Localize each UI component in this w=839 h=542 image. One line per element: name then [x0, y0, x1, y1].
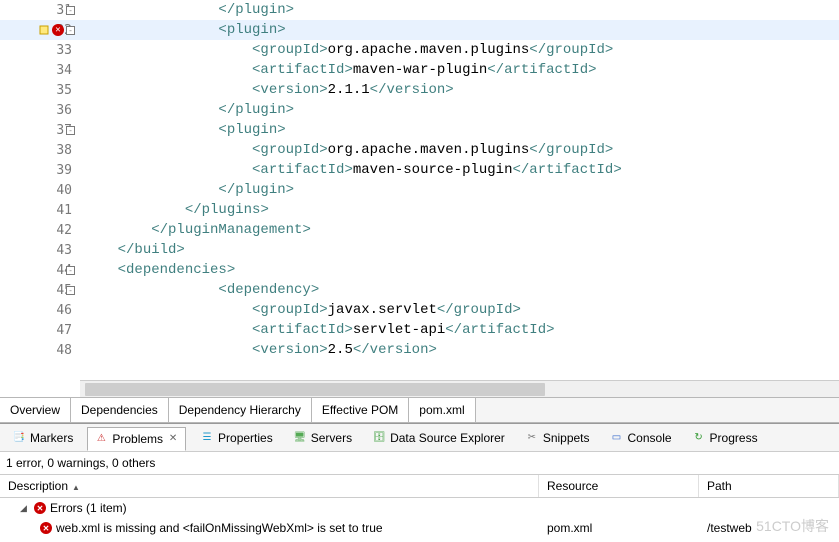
- snippets-icon: ✂: [525, 431, 539, 445]
- collapse-arrow-icon[interactable]: ◢: [20, 503, 30, 514]
- code-line[interactable]: <groupId>org.apache.maven.plugins</group…: [80, 140, 839, 160]
- code-line[interactable]: </plugin>: [80, 100, 839, 120]
- problems-icon: ⚠: [94, 432, 108, 446]
- fold-toggle[interactable]: -: [66, 126, 75, 135]
- column-resource[interactable]: Resource: [539, 475, 699, 497]
- tab-properties[interactable]: ☰ Properties: [194, 427, 279, 449]
- line-number: 47: [0, 320, 80, 340]
- line-number: 34: [0, 60, 80, 80]
- code-line[interactable]: </plugin>: [80, 0, 839, 20]
- code-line[interactable]: <artifactId>maven-war-plugin</artifactId…: [80, 60, 839, 80]
- properties-icon: ☰: [200, 431, 214, 445]
- line-number: 40: [0, 180, 80, 200]
- line-number: 37-: [0, 120, 80, 140]
- code-content[interactable]: </plugin> <plugin> <groupId>org.apache.m…: [80, 0, 839, 380]
- tab-label: Problems: [112, 432, 163, 446]
- code-line[interactable]: <plugin>: [80, 120, 839, 140]
- code-line[interactable]: <groupId>org.apache.maven.plugins</group…: [80, 40, 839, 60]
- table-header: Description▲ Resource Path: [0, 475, 839, 498]
- bottom-panel: 📑 Markers ⚠ Problems ✕ ☰ Properties 🖥 Se…: [0, 423, 839, 538]
- line-number: 32✕-: [0, 20, 80, 40]
- errors-group-row[interactable]: ◢ ✕ Errors (1 item): [0, 498, 839, 518]
- problem-resource: pom.xml: [539, 521, 699, 535]
- servers-icon: 🖥: [293, 431, 307, 445]
- editor-tab-bar: OverviewDependenciesDependency Hierarchy…: [0, 397, 839, 423]
- code-line[interactable]: <artifactId>servlet-api</artifactId>: [80, 320, 839, 340]
- code-line[interactable]: <version>2.1.1</version>: [80, 80, 839, 100]
- data-source-icon: 🗄: [372, 431, 386, 445]
- fold-toggle[interactable]: -: [66, 286, 75, 295]
- code-line[interactable]: </pluginManagement>: [80, 220, 839, 240]
- tab-label: Servers: [311, 431, 352, 445]
- tab-label: Properties: [218, 431, 273, 445]
- code-editor: 31-32✕-3334353637-38394041424344-45-4647…: [0, 0, 839, 380]
- code-line[interactable]: <dependencies>: [80, 260, 839, 280]
- close-icon[interactable]: ✕: [167, 433, 179, 445]
- tab-snippets[interactable]: ✂ Snippets: [519, 427, 596, 449]
- tab-label: Console: [628, 431, 672, 445]
- code-line[interactable]: <dependency>: [80, 280, 839, 300]
- code-line[interactable]: </plugin>: [80, 180, 839, 200]
- editor-tab-dependencies[interactable]: Dependencies: [71, 398, 169, 422]
- editor-tab-pom.xml[interactable]: pom.xml: [409, 398, 475, 422]
- line-number: 45-: [0, 280, 80, 300]
- code-line[interactable]: <version>2.5</version>: [80, 340, 839, 360]
- console-icon: ▭: [610, 431, 624, 445]
- code-line[interactable]: </plugins>: [80, 200, 839, 220]
- problem-description: web.xml is missing and <failOnMissingWeb…: [56, 521, 383, 535]
- tab-console[interactable]: ▭ Console: [604, 427, 678, 449]
- code-line[interactable]: </build>: [80, 240, 839, 260]
- scrollbar-thumb[interactable]: [85, 383, 545, 396]
- column-path[interactable]: Path: [699, 475, 839, 497]
- tab-problems[interactable]: ⚠ Problems ✕: [87, 427, 186, 451]
- table-row[interactable]: ✕ web.xml is missing and <failOnMissingWe…: [0, 518, 839, 538]
- line-number: 33: [0, 40, 80, 60]
- line-number: 35: [0, 80, 80, 100]
- line-number: 39: [0, 160, 80, 180]
- markers-icon: 📑: [12, 431, 26, 445]
- editor-tab-overview[interactable]: Overview: [0, 398, 71, 422]
- problems-table: Description▲ Resource Path ◢ ✕ Errors (1 i…: [0, 475, 839, 538]
- group-label: Errors (1 item): [50, 501, 127, 515]
- line-number: 42: [0, 220, 80, 240]
- error-icon: ✕: [52, 24, 64, 36]
- line-number: 41: [0, 200, 80, 220]
- table-body: ◢ ✕ Errors (1 item) ✕ web.xml is missing an…: [0, 498, 839, 538]
- editor-tab-effective-pom[interactable]: Effective POM: [312, 398, 409, 422]
- line-number: 31-: [0, 0, 80, 20]
- horizontal-scrollbar[interactable]: [80, 380, 839, 397]
- line-number: 43: [0, 240, 80, 260]
- line-number: 44-: [0, 260, 80, 280]
- problems-summary: 1 error, 0 warnings, 0 others: [0, 452, 839, 475]
- line-number: 38: [0, 140, 80, 160]
- editor-tab-dependency-hierarchy[interactable]: Dependency Hierarchy: [169, 398, 312, 422]
- fold-toggle[interactable]: -: [66, 266, 75, 275]
- line-number-gutter: 31-32✕-3334353637-38394041424344-45-4647…: [0, 0, 80, 380]
- code-line[interactable]: <plugin>: [80, 20, 839, 40]
- column-description[interactable]: Description▲: [0, 475, 539, 497]
- error-icon: ✕: [34, 502, 46, 514]
- tab-label: Markers: [30, 431, 73, 445]
- fold-toggle[interactable]: -: [66, 6, 75, 15]
- tab-label: Data Source Explorer: [390, 431, 505, 445]
- fold-toggle[interactable]: -: [66, 26, 75, 35]
- code-line[interactable]: <artifactId>maven-source-plugin</artifac…: [80, 160, 839, 180]
- tab-progress[interactable]: ↻ Progress: [686, 427, 764, 449]
- line-number: 48: [0, 340, 80, 360]
- progress-icon: ↻: [692, 431, 706, 445]
- bottom-tab-bar: 📑 Markers ⚠ Problems ✕ ☰ Properties 🖥 Se…: [0, 424, 839, 452]
- error-icon: ✕: [40, 522, 52, 534]
- line-number: 46: [0, 300, 80, 320]
- sort-arrow-icon: ▲: [72, 483, 80, 492]
- tab-label: Progress: [710, 431, 758, 445]
- tab-servers[interactable]: 🖥 Servers: [287, 427, 358, 449]
- code-line[interactable]: <groupId>javax.servlet</groupId>: [80, 300, 839, 320]
- quickfix-icon[interactable]: [38, 24, 50, 36]
- tab-label: Snippets: [543, 431, 590, 445]
- tab-markers[interactable]: 📑 Markers: [6, 427, 79, 449]
- problem-path: /testweb: [699, 521, 839, 535]
- tab-data-source[interactable]: 🗄 Data Source Explorer: [366, 427, 511, 449]
- line-number: 36: [0, 100, 80, 120]
